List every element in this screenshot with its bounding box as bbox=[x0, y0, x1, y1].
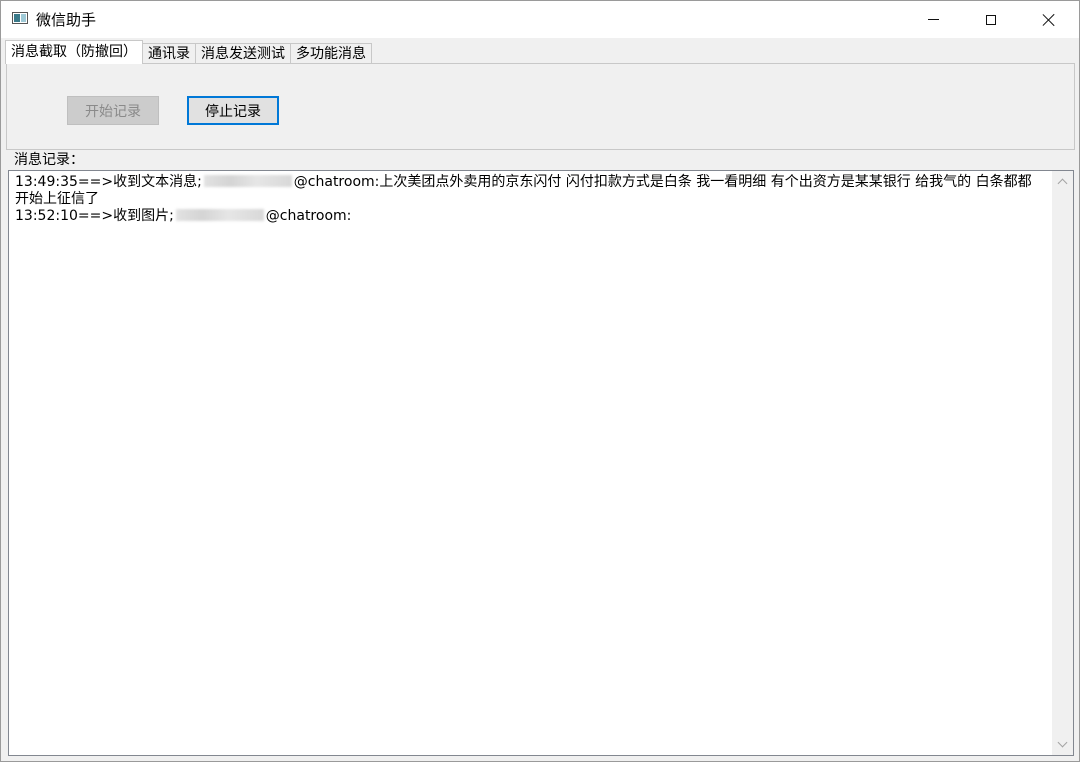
log-entry-text: @chatroom: bbox=[265, 208, 352, 224]
maximize-icon bbox=[986, 14, 996, 25]
tab-contacts[interactable]: 通讯录 bbox=[142, 43, 196, 64]
tab-panel: 开始记录 停止记录 bbox=[6, 63, 1075, 150]
minimize-button[interactable] bbox=[904, 1, 962, 38]
log-entry: 13:49:35==>收到文本消息; @chatroom:上次美团点外卖用的京东闪… bbox=[15, 174, 1045, 208]
log-entry: 13:52:10==>收到图片; @chatroom: bbox=[15, 208, 1045, 225]
title-bar[interactable]: 微信助手 bbox=[1, 1, 1079, 38]
log-label: 消息记录： bbox=[14, 152, 84, 168]
minimize-icon bbox=[927, 19, 939, 20]
vertical-scrollbar[interactable] bbox=[1052, 171, 1073, 755]
tab-message-capture[interactable]: 消息截取（防撤回） bbox=[5, 40, 143, 64]
redacted-sender-id bbox=[175, 209, 264, 221]
close-icon bbox=[1042, 13, 1056, 27]
scroll-down-button[interactable] bbox=[1052, 736, 1073, 753]
log-content: 13:49:35==>收到文本消息; @chatroom:上次美团点外卖用的京东闪… bbox=[15, 174, 1045, 225]
redacted-sender-id bbox=[203, 175, 292, 187]
maximize-button[interactable] bbox=[962, 1, 1020, 38]
close-button[interactable] bbox=[1020, 1, 1078, 38]
app-window-icon bbox=[12, 12, 28, 24]
tab-multi-function[interactable]: 多功能消息 bbox=[290, 43, 372, 64]
tab-bar: 消息截取（防撤回） 通讯录 消息发送测试 多功能消息 bbox=[5, 40, 372, 64]
log-entry-prefix: 13:52:10==>收到图片; bbox=[15, 208, 174, 224]
chevron-down-icon bbox=[1057, 737, 1068, 748]
chevron-up-icon bbox=[1057, 178, 1068, 189]
start-record-button[interactable]: 开始记录 bbox=[67, 96, 159, 125]
log-entry-prefix: 13:49:35==>收到文本消息; bbox=[15, 174, 202, 190]
tab-send-test[interactable]: 消息发送测试 bbox=[195, 43, 291, 64]
message-log-textarea[interactable]: 13:49:35==>收到文本消息; @chatroom:上次美团点外卖用的京东闪… bbox=[8, 170, 1074, 756]
window-title: 微信助手 bbox=[36, 11, 97, 29]
stop-record-button[interactable]: 停止记录 bbox=[187, 96, 279, 125]
main-window: 微信助手 消息截取（防撤回） 通讯录 消息发送测试 多功能消息 开始记录 停止记… bbox=[0, 0, 1080, 762]
scroll-up-button[interactable] bbox=[1052, 173, 1073, 190]
